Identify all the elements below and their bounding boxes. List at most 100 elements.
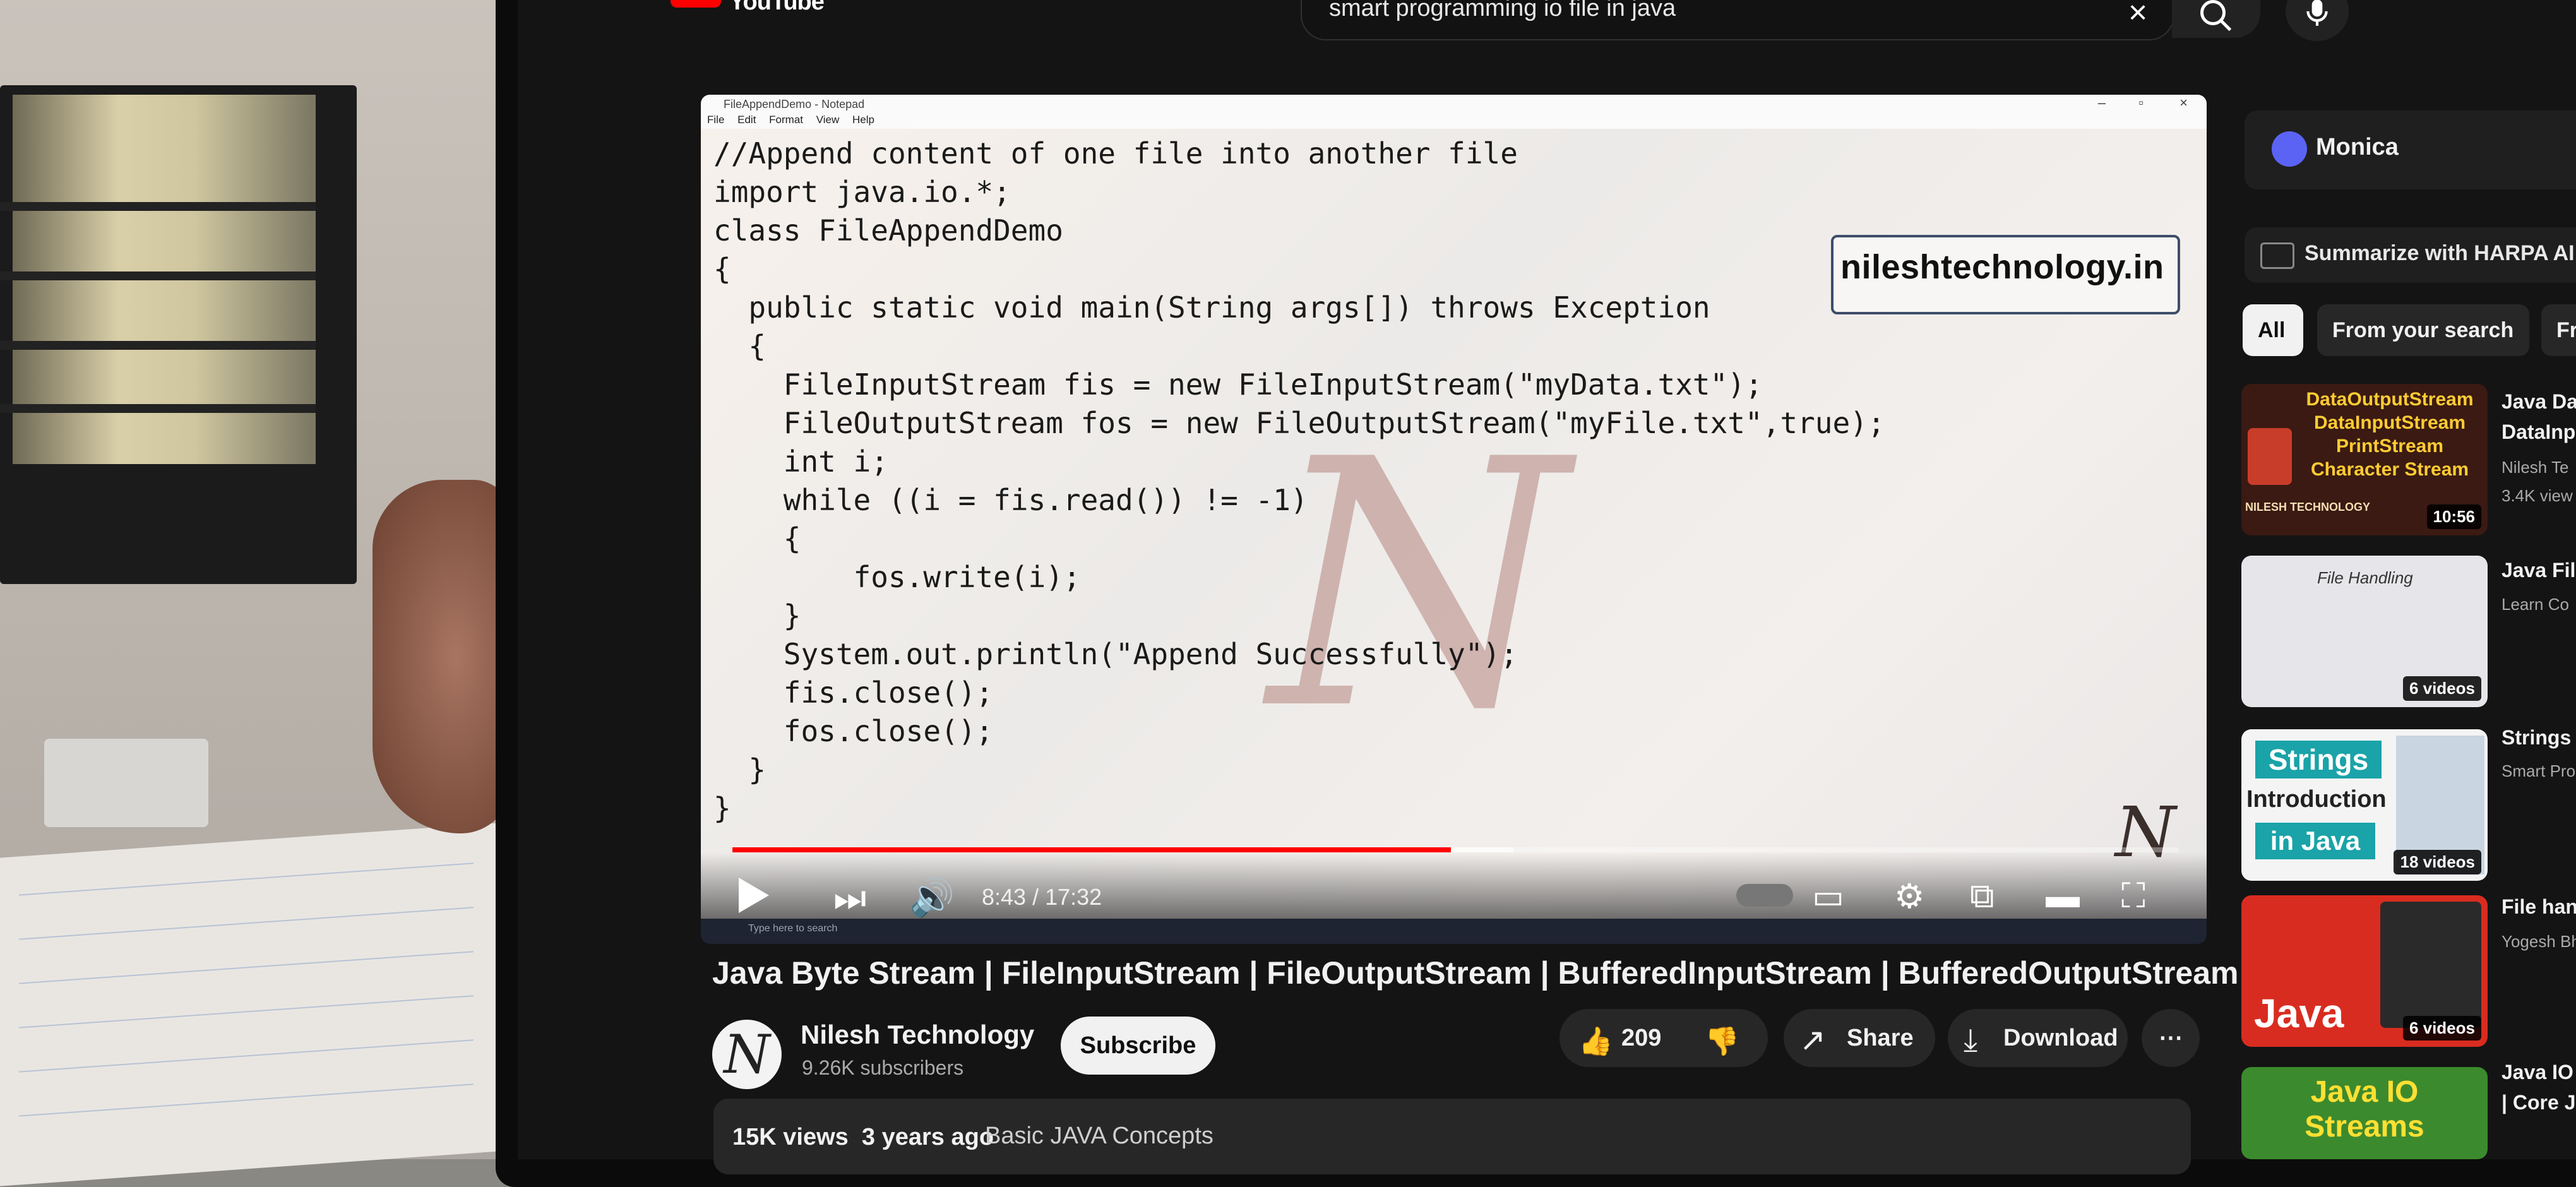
upload-age: 3 years ago (861, 1124, 994, 1150)
subscribe-button[interactable]: Subscribe (1061, 1017, 1215, 1075)
related-playlist-title[interactable]: File hand (2501, 895, 2576, 919)
windows-taskbar (701, 919, 2207, 944)
notepad-menu-item: File (707, 114, 725, 126)
code-line: { (713, 522, 801, 556)
duration-badge: 10:56 (2426, 504, 2481, 529)
like-count[interactable]: 209 (1621, 1009, 1661, 1067)
view-count: 15K views 3 years ago (732, 1124, 994, 1150)
progress-played (732, 847, 1452, 852)
close-icon[interactable]: × (2125, 0, 2150, 29)
channel-name[interactable]: Nilesh Technology (801, 1020, 1034, 1050)
channel-watermark-logo: N (1269, 388, 1568, 784)
related-playlist-thumbnail[interactable]: Strings Introduction in Java 18 videos (2241, 729, 2488, 881)
autoplay-toggle[interactable] (1736, 884, 1793, 907)
more-actions-button[interactable]: ⋯ (2142, 1009, 2200, 1067)
related-playlist-title[interactable]: Java IO St (2501, 1061, 2576, 1084)
related-playlist-thumbnail[interactable]: Java IO Streams (2241, 1067, 2488, 1159)
volume-icon[interactable]: 🔊 (909, 876, 955, 919)
thumb-line: Strings (2255, 741, 2382, 778)
captions-icon[interactable]: ▭ (1812, 876, 1844, 916)
window-bar (0, 202, 316, 211)
playlist-count-badge: 6 videos (2402, 1016, 2481, 1041)
window-bar (0, 271, 316, 280)
related-playlist-channel: Smart Pro (2501, 761, 2576, 780)
code-line: fos.close(); (713, 714, 994, 748)
thumb-line: DataOutputStream (2306, 389, 2474, 410)
thumb-heading: File Handling (2317, 568, 2413, 587)
java-logo-icon (2248, 428, 2292, 485)
chip-all[interactable]: All (2243, 304, 2303, 356)
code-line: import java.io.*; (713, 175, 1011, 209)
related-playlist-title-line2[interactable]: | Core Jav (2501, 1091, 2576, 1114)
wall-switchboard (44, 739, 208, 827)
play-icon[interactable] (739, 878, 769, 913)
thumb-word: Java (2254, 991, 2344, 1036)
thumb-line: Character Stream (2310, 459, 2469, 480)
person-arm (373, 480, 511, 833)
related-video-title[interactable]: Java Da (2501, 390, 2576, 414)
thumb-brand: NILESH TECHNOLOGY (2245, 501, 2371, 513)
thumb-line: DataInputStream (2313, 412, 2466, 433)
close-icon: × (2179, 95, 2188, 110)
progress-bar[interactable] (732, 847, 2178, 852)
share-icon: ↗ (1799, 1022, 1826, 1058)
taskbar-search: Type here to search (748, 923, 838, 934)
code-line: fos.write(i); (713, 560, 1081, 594)
related-video-thumbnail[interactable]: DataOutputStream DataInputStream PrintSt… (2241, 384, 2488, 535)
notepad-menu-item: View (816, 114, 840, 126)
related-playlist-thumbnail[interactable]: File Handling 6 videos (2241, 556, 2488, 707)
fullscreen-icon[interactable]: ⛶ (2121, 876, 2145, 916)
harpa-icon (2260, 242, 2294, 269)
search-button[interactable] (2172, 0, 2260, 38)
notepad-title: FileAppendDemo - Notepad (701, 95, 2207, 114)
next-icon[interactable]: ⏭ (833, 880, 866, 917)
code-line: fis.close(); (713, 676, 994, 710)
search-icon (2200, 0, 2232, 32)
download-icon: ⤓ (1964, 1022, 1978, 1058)
monica-label[interactable]: Monica (2316, 134, 2399, 161)
code-line: int i; (713, 444, 888, 479)
code-line: } (713, 753, 766, 787)
presenter-photo (2380, 902, 2481, 1028)
related-video-title-line2[interactable]: DataInp (2501, 421, 2575, 444)
code-line: { (713, 329, 766, 363)
channel-avatar[interactable]: N (712, 1020, 782, 1089)
settings-icon[interactable]: ⚙ (1894, 876, 1924, 916)
miniplayer-icon[interactable]: ⧉ (1970, 876, 1995, 916)
maximize-icon: ▫ (2138, 95, 2144, 110)
notebook-paper (0, 821, 518, 1186)
playlist-count-badge: 6 videos (2402, 676, 2481, 701)
search-input-value[interactable]: smart programming io file in java (1329, 0, 1676, 22)
window-bar (0, 404, 316, 413)
harpa-label[interactable]: Summarize with HARPA AI (2305, 241, 2575, 266)
website-label: nileshtechnology.in (1840, 248, 2164, 286)
related-playlist-title[interactable]: Java File (2501, 559, 2576, 582)
code-line: public static void main(String args[]) t… (713, 290, 1710, 325)
notepad-menu-item: Help (852, 114, 874, 126)
video-title: Java Byte Stream | FileInputStream | Fil… (712, 955, 2239, 991)
youtube-logo-icon[interactable] (671, 0, 721, 8)
related-playlist-thumbnail[interactable]: Java 6 videos (2241, 895, 2488, 1047)
video-player[interactable]: FileAppendDemo - Notepad – ▫ × File Edit… (701, 95, 2207, 944)
playlist-tag[interactable]: Basic JAVA Concepts (985, 1123, 1213, 1150)
theater-icon[interactable]: ▬ (2046, 876, 2080, 916)
related-playlist-title[interactable]: Strings I (2501, 726, 2576, 749)
code-line: while ((i = fis.read()) != -1) (713, 483, 1308, 517)
like-icon[interactable]: 👍 (1578, 1025, 1613, 1058)
mic-icon (2306, 0, 2328, 26)
time-display: 8:43 / 17:32 (982, 884, 1102, 910)
code-line: FileInputStream fis = new FileInputStrea… (713, 367, 1763, 402)
code-line: } (713, 599, 801, 633)
related-playlist-channel: Yogesh Bh (2501, 932, 2576, 951)
youtube-logo-text[interactable]: YouTube (729, 0, 825, 16)
code-line: System.out.println("Append Successfully"… (713, 637, 1518, 671)
chip-more[interactable]: Fro (2541, 304, 2576, 356)
code-line: FileOutputStream fos = new FileOutputStr… (713, 406, 1885, 440)
minimize-icon: – (2097, 95, 2106, 110)
related-video-meta: 3.4K view (2501, 486, 2573, 505)
code-line: } (713, 791, 731, 825)
window-bar (0, 341, 316, 350)
monica-icon (2272, 131, 2307, 167)
chip-from-your-search[interactable]: From your search (2317, 304, 2529, 356)
dislike-icon[interactable]: 👎 (1705, 1025, 1739, 1058)
